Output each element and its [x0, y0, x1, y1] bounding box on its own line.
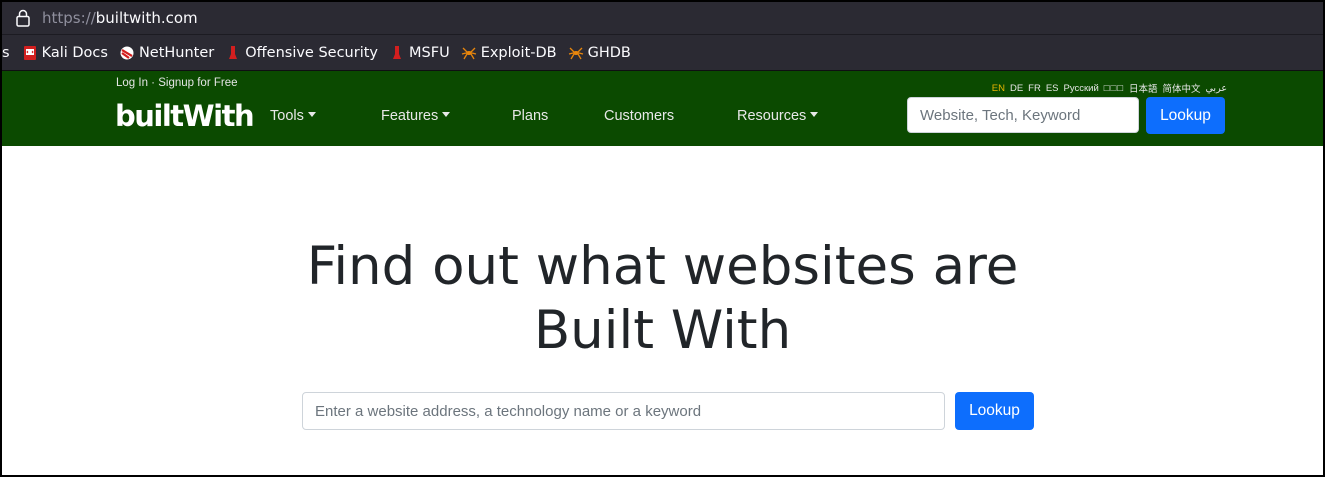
nav-lookup-button[interactable]: Lookup: [1146, 97, 1225, 134]
caret-down-icon: [442, 112, 451, 117]
lock-icon: [16, 9, 30, 27]
bookmark-exploit-db[interactable]: Exploit-DB: [461, 45, 557, 61]
nav-customers[interactable]: Customers: [604, 108, 674, 124]
hero-title-line-1: Find out what websites are: [306, 236, 1019, 297]
nav-resources-label: Resources: [737, 108, 807, 124]
caret-down-icon: [307, 112, 316, 117]
account-links: Log In · Signup for Free: [116, 77, 237, 89]
bookmark-label: Exploit-DB: [480, 44, 557, 61]
nav-features-label: Features: [381, 108, 439, 124]
lang-fr[interactable]: FR: [1028, 83, 1041, 94]
site-navbar: Log In · Signup for Free builtWith Tools…: [2, 71, 1323, 146]
lang-de[interactable]: DE: [1010, 83, 1023, 94]
hero-search-input[interactable]: [302, 392, 945, 430]
offsec-icon: [229, 45, 238, 59]
language-selector: EN DE FR ES Русский □□□ 日本語 简体中文 عربي: [992, 81, 1227, 96]
nav-features[interactable]: Features: [381, 108, 451, 124]
bookmark-label: GHDB: [587, 44, 631, 61]
lang-es[interactable]: ES: [1046, 83, 1059, 94]
bookmark-ghdb[interactable]: GHDB: [568, 45, 631, 61]
hero-lookup-button[interactable]: Lookup: [955, 392, 1034, 430]
bookmark-label: NetHunter: [138, 44, 215, 61]
url-text[interactable]: https://builtwith.com: [42, 9, 198, 27]
hero-title: Find out what websites are Built With: [2, 235, 1323, 363]
caret-down-icon: [810, 112, 819, 117]
nav-tools[interactable]: Tools: [270, 108, 316, 124]
separator: ·: [147, 77, 159, 89]
bookmark-label: Offensive Security: [245, 44, 379, 61]
lang-unrendered[interactable]: □□□: [1104, 83, 1124, 94]
url-bar[interactable]: https://builtwith.com: [2, 2, 1323, 35]
bookmark-label: Kali Docs: [41, 44, 108, 61]
msfu-icon: [393, 45, 402, 59]
bookmark-kali-docs[interactable]: Kali Docs: [22, 45, 108, 61]
bookmark-label: s: [2, 44, 10, 61]
lang-ar[interactable]: عربي: [1206, 83, 1227, 94]
bookmarks-bar: s Kali Docs NetHunter Offensive Security: [2, 35, 1323, 71]
kali-docs-icon: [23, 45, 36, 60]
nav-search-input[interactable]: [907, 97, 1139, 133]
nav-plans[interactable]: Plans: [512, 108, 548, 124]
ghdb-icon: [568, 47, 583, 59]
nav-resources[interactable]: Resources: [737, 108, 819, 124]
lang-zh[interactable]: 简体中文: [1163, 81, 1201, 95]
browser-window: https://builtwith.com s Kali Docs NetHun…: [0, 0, 1325, 477]
bookmark-msfu[interactable]: MSFU: [389, 45, 450, 61]
nav-tools-label: Tools: [270, 108, 304, 124]
bookmark-nethunter[interactable]: NetHunter: [119, 45, 214, 61]
nethunter-icon: [120, 46, 134, 59]
bookmark-truncated[interactable]: s: [2, 45, 10, 61]
bookmark-label: MSFU: [409, 44, 450, 61]
exploitdb-icon: [461, 47, 476, 59]
url-scheme: https://: [42, 9, 96, 27]
login-link[interactable]: Log In: [116, 77, 148, 89]
builtwith-logo[interactable]: builtWith: [115, 99, 255, 133]
signup-link[interactable]: Signup for Free: [158, 77, 237, 89]
lang-ru[interactable]: Русский: [1064, 83, 1099, 94]
lang-ja[interactable]: 日本語: [1129, 81, 1158, 95]
url-host: builtwith.com: [95, 9, 198, 27]
hero-title-line-2: Built With: [533, 300, 792, 361]
bookmark-offensive-security[interactable]: Offensive Security: [225, 45, 378, 61]
lang-en[interactable]: EN: [992, 83, 1005, 94]
